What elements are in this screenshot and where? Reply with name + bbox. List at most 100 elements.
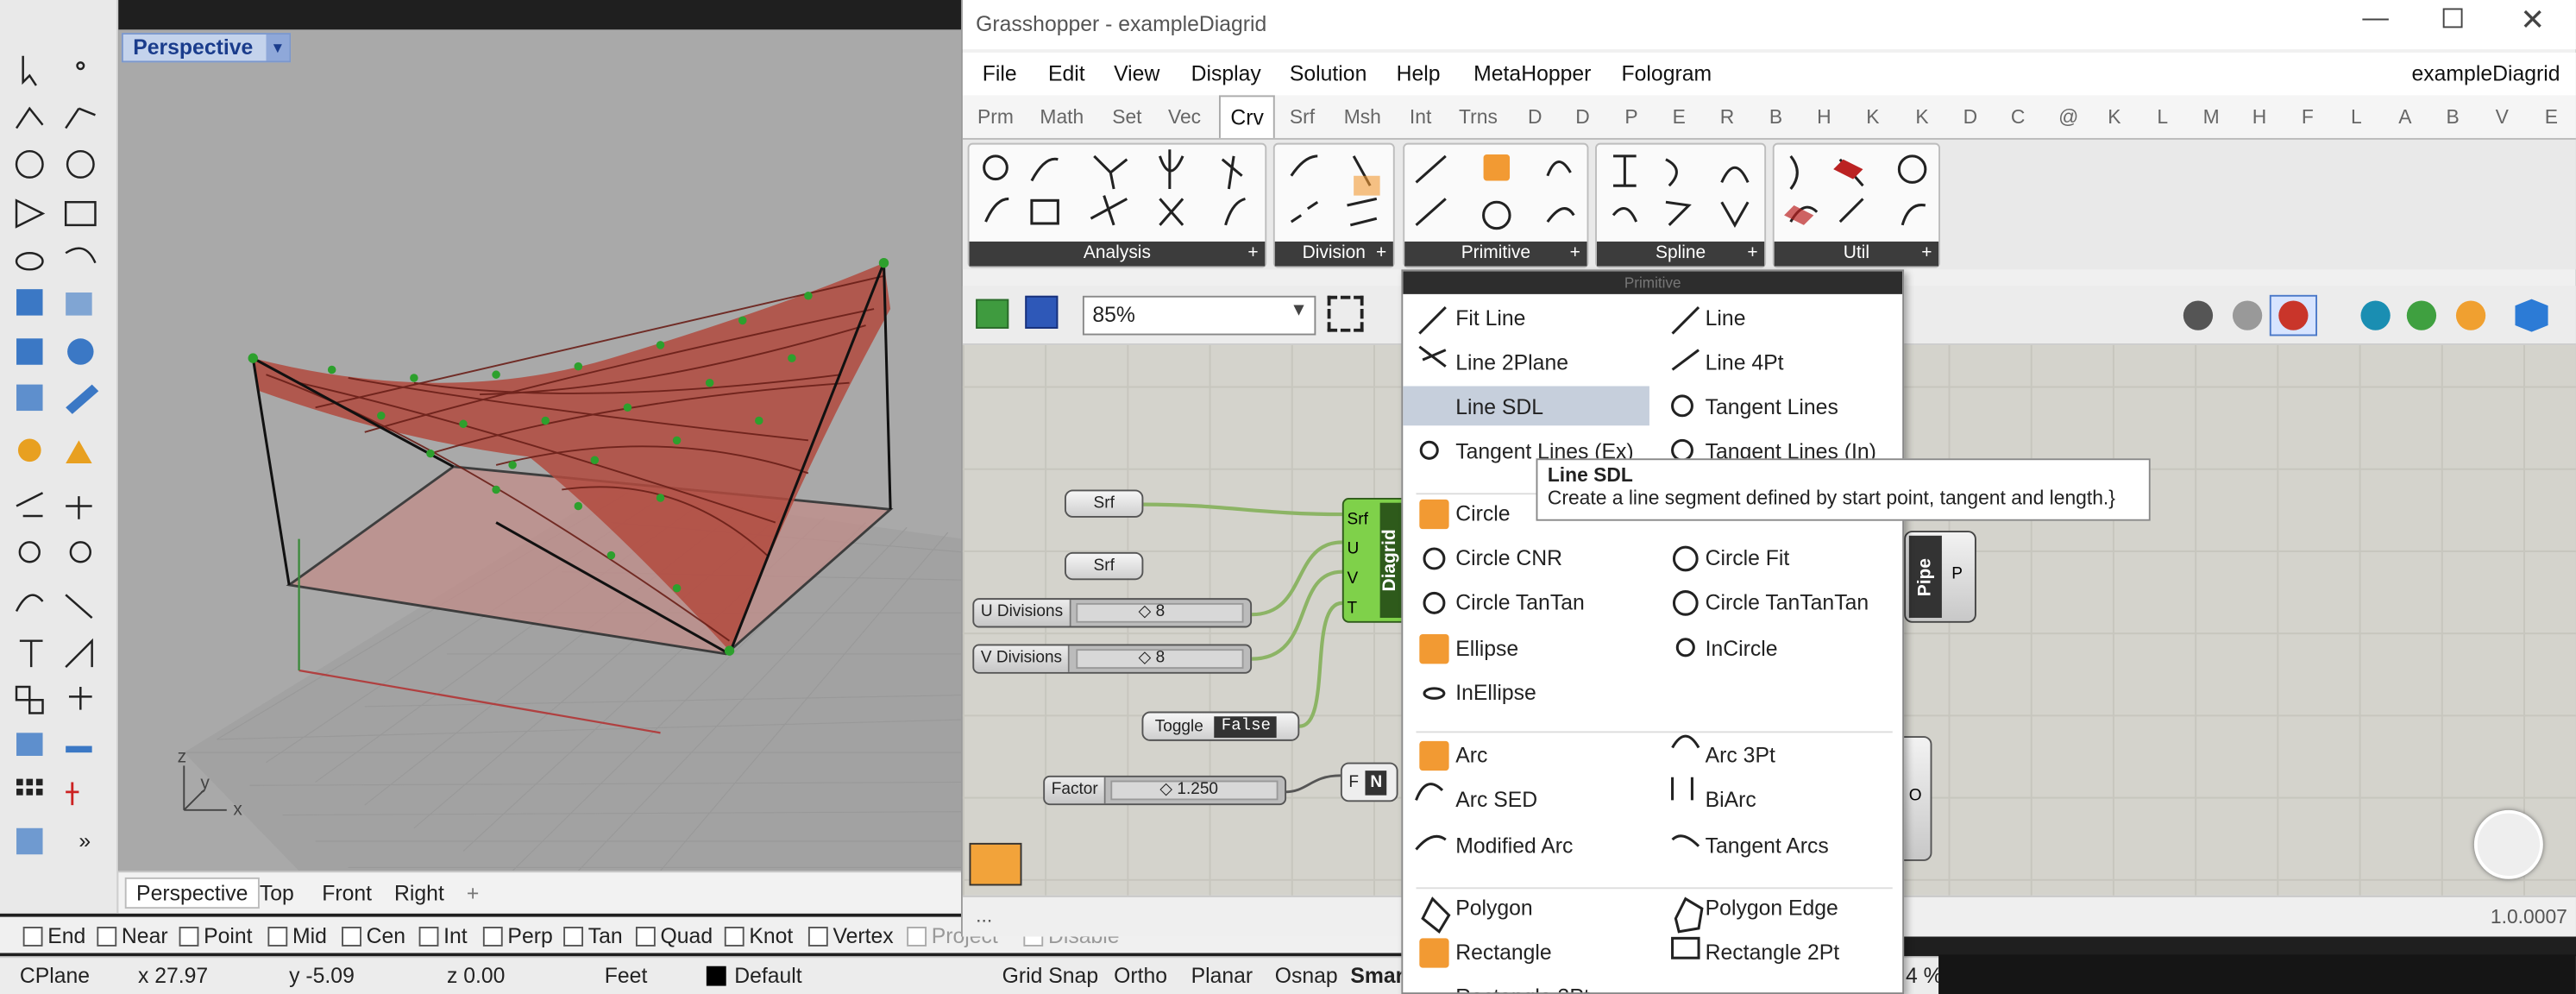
- tab-set[interactable]: Set: [1112, 105, 1141, 129]
- cplane-label[interactable]: CPlane: [20, 963, 90, 988]
- menu-item-tangent-lines[interactable]: Tangent Lines: [1653, 387, 1900, 426]
- tab-d2[interactable]: D: [1575, 105, 1590, 129]
- zoom-dropdown[interactable]: 85% ▼: [1082, 295, 1316, 336]
- menu-display[interactable]: Display: [1191, 60, 1261, 85]
- tab-msh[interactable]: Msh: [1344, 105, 1381, 129]
- viewport-tab-right[interactable]: Right: [394, 881, 444, 906]
- boolean-toggle[interactable]: Toggle False: [1141, 711, 1300, 741]
- units-label[interactable]: Feet: [605, 963, 648, 988]
- menu-view[interactable]: View: [1114, 60, 1159, 85]
- navigation-widget-icon[interactable]: [2473, 809, 2543, 879]
- tab-e2[interactable]: E: [2545, 105, 2558, 129]
- viewport-tab-perspective[interactable]: Perspective: [124, 877, 260, 909]
- menu-item-inellipse[interactable]: InEllipse: [1403, 672, 1649, 712]
- layer-label[interactable]: Default: [734, 963, 801, 988]
- upload-icon[interactable]: [969, 842, 1022, 886]
- open-file-icon[interactable]: [976, 299, 1009, 329]
- menu-item-line[interactable]: Line: [1653, 298, 1900, 337]
- perspective-viewport[interactable]: z y x Perspective ▼: [118, 29, 963, 871]
- osnap-cen[interactable]: Cen: [342, 923, 405, 948]
- viewport-tab-top[interactable]: Top: [260, 881, 294, 906]
- tab-trns[interactable]: Trns: [1459, 105, 1498, 129]
- menu-item-modified-arc[interactable]: Modified Arc: [1403, 825, 1649, 865]
- osnap-tan[interactable]: Tan: [563, 923, 623, 948]
- osnap-perp[interactable]: Perp: [482, 923, 553, 948]
- osnap-point[interactable]: Point: [179, 923, 253, 948]
- u-divisions-slider[interactable]: U Divisions ◇ 8: [972, 598, 1253, 628]
- pipe-component[interactable]: Pipe P: [1904, 531, 1976, 623]
- tab-p[interactable]: P: [1624, 105, 1637, 129]
- osnap-mid[interactable]: Mid: [267, 923, 327, 948]
- tab-h2[interactable]: H: [2252, 105, 2267, 129]
- document-name[interactable]: exampleDiagrid: [2412, 60, 2560, 85]
- tab-vec[interactable]: Vec: [1168, 105, 1201, 129]
- tab-k1[interactable]: K: [1866, 105, 1879, 129]
- menu-item-line-sdl[interactable]: Line SDL: [1403, 386, 1649, 426]
- menu-item-rectangle-3pt[interactable]: Rectangle 3Pt: [1403, 976, 1649, 992]
- tab-b2[interactable]: B: [2447, 105, 2460, 129]
- menu-help[interactable]: Help: [1397, 60, 1441, 85]
- tab-d3[interactable]: D: [1963, 105, 1978, 129]
- menu-item-circle-tantan[interactable]: Circle TanTan: [1403, 582, 1649, 621]
- tab-int[interactable]: Int: [1410, 105, 1431, 129]
- menu-item-circle-fit[interactable]: Circle Fit: [1653, 538, 1900, 577]
- menu-item-arc-sed[interactable]: Arc SED: [1403, 779, 1649, 819]
- tab-srf[interactable]: Srf: [1290, 105, 1315, 129]
- number-param[interactable]: F N: [1340, 762, 1398, 802]
- menu-item-circle-tantantan[interactable]: Circle TanTanTan: [1653, 582, 1900, 621]
- menu-item-biarc[interactable]: BiArc: [1653, 779, 1900, 819]
- tab-l2[interactable]: L: [2351, 105, 2362, 129]
- smarttrack-toggle[interactable]: Smar: [1350, 963, 1404, 988]
- tab-at[interactable]: @: [2058, 105, 2078, 129]
- tab-k2[interactable]: K: [1915, 105, 1928, 129]
- menu-item-rectangle-2pt[interactable]: Rectangle 2Pt: [1653, 932, 1900, 972]
- save-file-icon[interactable]: [1025, 295, 1059, 329]
- menu-solution[interactable]: Solution: [1290, 60, 1367, 85]
- maximize-icon[interactable]: [2442, 8, 2463, 28]
- tab-crv[interactable]: Crv: [1218, 95, 1276, 138]
- grid-snap-toggle[interactable]: Grid Snap: [1002, 963, 1098, 988]
- tab-h[interactable]: H: [1817, 105, 1831, 129]
- tab-e[interactable]: E: [1673, 105, 1686, 129]
- menu-item-line-4pt[interactable]: Line 4Pt: [1653, 342, 1900, 381]
- menu-item-fit-line[interactable]: Fit Line: [1403, 298, 1649, 337]
- tab-b[interactable]: B: [1769, 105, 1782, 129]
- osnap-knot[interactable]: Knot: [724, 923, 793, 948]
- v-divisions-slider[interactable]: V Divisions ◇ 8: [972, 644, 1253, 674]
- tab-a[interactable]: A: [2398, 105, 2411, 129]
- diagrid-component[interactable]: Srf U V T Diagrid: [1341, 498, 1408, 623]
- factor-slider[interactable]: Factor ◇ 1.250: [1043, 775, 1287, 806]
- menu-item-arc-3pt[interactable]: Arc 3Pt: [1653, 734, 1900, 774]
- tab-r[interactable]: R: [1720, 105, 1735, 129]
- menu-item-polygon-edge[interactable]: Polygon Edge: [1653, 887, 1900, 927]
- srf-param-1[interactable]: Srf: [1064, 489, 1144, 518]
- tab-k3[interactable]: K: [2108, 105, 2120, 129]
- osnap-quad[interactable]: Quad: [635, 923, 713, 948]
- menu-file[interactable]: File: [983, 60, 1017, 85]
- tab-m[interactable]: M: [2203, 105, 2220, 129]
- minimize-icon[interactable]: —: [2362, 5, 2388, 35]
- tab-prm[interactable]: Prm: [977, 105, 1014, 129]
- tab-v[interactable]: V: [2496, 105, 2509, 129]
- viewport-menu-arrow-icon[interactable]: ▼: [266, 34, 290, 61]
- add-viewport-tab-icon[interactable]: +: [467, 881, 479, 906]
- menu-edit[interactable]: Edit: [1048, 60, 1085, 85]
- menu-item-tangent-arcs[interactable]: Tangent Arcs: [1653, 825, 1900, 865]
- menu-item-line-2plane[interactable]: Line 2Plane: [1403, 342, 1649, 381]
- zoom-extents-icon[interactable]: [1327, 295, 1364, 332]
- osnap-int[interactable]: Int: [418, 923, 468, 948]
- close-icon[interactable]: ✕: [2520, 3, 2545, 38]
- tab-l1[interactable]: L: [2157, 105, 2168, 129]
- tab-d1[interactable]: D: [1528, 105, 1542, 129]
- srf-param-2[interactable]: Srf: [1064, 551, 1144, 581]
- osnap-toggle[interactable]: Osnap: [1275, 963, 1338, 988]
- menu-item-ellipse[interactable]: Ellipse: [1403, 627, 1649, 667]
- menu-item-incircle[interactable]: InCircle: [1653, 627, 1900, 667]
- tab-c[interactable]: C: [2011, 105, 2026, 129]
- viewport-tab-front[interactable]: Front: [322, 881, 372, 906]
- tab-math[interactable]: Math: [1040, 105, 1084, 129]
- menu-fologram[interactable]: Fologram: [1622, 60, 1712, 85]
- menu-item-rectangle[interactable]: Rectangle: [1403, 932, 1649, 972]
- menu-metahopper[interactable]: MetaHopper: [1473, 60, 1591, 85]
- viewport-title-tab[interactable]: Perspective ▼: [121, 33, 292, 63]
